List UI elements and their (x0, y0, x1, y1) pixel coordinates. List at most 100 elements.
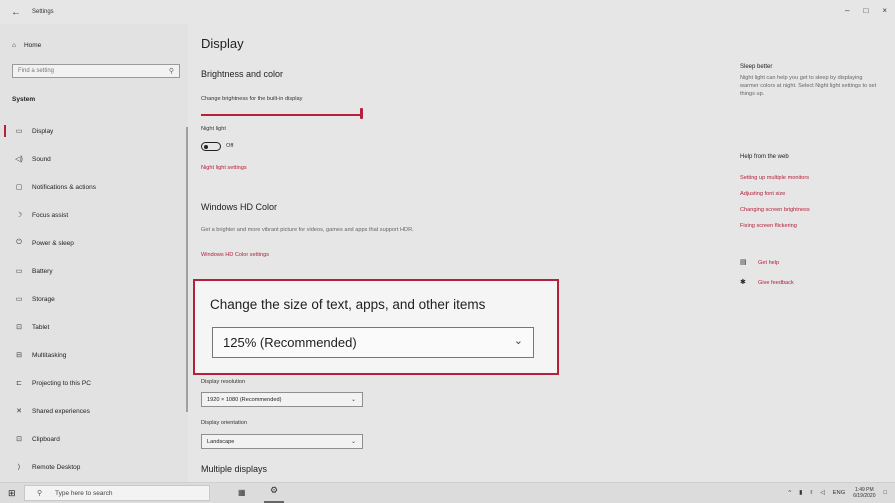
chevron-down-icon: ⌄ (350, 397, 356, 403)
sidebar-item-label: Multitasking (32, 351, 67, 359)
close-button[interactable]: × (882, 6, 887, 15)
home-icon: ⌂ (12, 42, 16, 49)
shared-experiences-icon: ✕ (16, 408, 22, 415)
battery-icon: ▭ (15, 268, 23, 275)
speaker-icon: ◁) (15, 156, 23, 163)
sidebar-item-storage[interactable]: ▭ Storage (0, 285, 188, 313)
chevron-down-icon: ⌄ (350, 439, 356, 445)
sidebar-item-display[interactable]: ▭ Display (0, 117, 188, 145)
resolution-label: Display resolution (201, 379, 246, 385)
network-icon[interactable]: ℓ (810, 490, 812, 496)
home-label: Home (23, 42, 42, 49)
sidebar-item-label: Projecting to this PC (32, 379, 91, 387)
multitasking-icon: ⊟ (16, 352, 22, 359)
brightness-slider-track[interactable] (201, 114, 361, 116)
hdr-settings-link[interactable]: Windows HD Color settings (201, 252, 269, 258)
task-view-icon[interactable]: ▦ (238, 488, 246, 497)
help-link-screen-brightness[interactable]: Changing screen brightness (740, 207, 810, 213)
taskbar-search-box[interactable]: ⚲ Type here to search (24, 485, 210, 501)
sidebar-item-power-sleep[interactable]: ⏻ Power & sleep (0, 229, 188, 257)
sidebar-item-sound[interactable]: ◁) Sound (0, 145, 188, 173)
orientation-dropdown[interactable]: Landscape ⌄ (201, 434, 363, 449)
resolution-value: 1920 × 1080 (Recommended) (207, 397, 282, 403)
feedback-icon: ✱ (740, 279, 746, 286)
sleep-better-description: Night light can help you get to sleep by… (740, 75, 877, 97)
storage-icon: ▭ (15, 296, 23, 303)
sidebar-item-notifications[interactable]: ▢ Notifications & actions (0, 173, 188, 201)
taskbar-clock[interactable]: 1:49 PM 6/19/2020 (853, 487, 875, 499)
taskbar: ⊞ ⚲ Type here to search ▦ ⚙ ^ ▮ ℓ ◁ ENG … (0, 482, 895, 503)
sidebar-item-label: Focus assist (32, 211, 69, 219)
sleep-better-heading: Sleep better (740, 64, 773, 70)
multiple-displays-heading: Multiple displays (201, 464, 268, 474)
sidebar-item-multitasking[interactable]: ⊟ Multitasking (0, 341, 188, 369)
taskbar-search-placeholder: Type here to search (55, 490, 113, 497)
brightness-label: Change brightness for the built-in displ… (201, 96, 303, 102)
minimize-button[interactable]: – (845, 6, 849, 15)
maximize-button[interactable]: □ (863, 6, 868, 15)
right-help-panel: Sleep better Night light can help you ge… (732, 24, 892, 482)
window-title: Settings (32, 9, 54, 15)
get-help-icon: ▤ (740, 259, 747, 266)
scale-heading: Change the size of text, apps, and other… (210, 297, 486, 312)
power-icon: ⏻ (16, 239, 22, 246)
window-controls: – □ × (845, 6, 887, 15)
give-feedback-link[interactable]: Give feedback (758, 280, 794, 286)
scale-highlight-box: Change the size of text, apps, and other… (193, 279, 559, 375)
battery-icon[interactable]: ▮ (799, 490, 802, 496)
chevron-down-icon: ⌄ (513, 335, 523, 347)
volume-icon[interactable]: ◁ (820, 490, 824, 496)
sidebar-item-projecting[interactable]: ⊏ Projecting to this PC (0, 369, 188, 397)
projector-icon: ⊏ (16, 380, 22, 387)
sidebar-section-system: System (12, 96, 36, 103)
help-link-font-size[interactable]: Adjusting font size (740, 191, 785, 197)
windows-start-icon[interactable]: ⊞ (8, 488, 16, 499)
get-help-link[interactable]: Get help (758, 260, 779, 266)
sidebar-item-label: Display (32, 127, 54, 135)
sidebar-item-home[interactable]: ⌂ Home (12, 42, 41, 49)
sidebar-item-shared-experiences[interactable]: ✕ Shared experiences (0, 397, 188, 425)
remote-desktop-icon: ⟩ (17, 464, 21, 471)
search-icon: ⚲ (37, 490, 43, 497)
sidebar-item-clipboard[interactable]: ⊡ Clipboard (0, 425, 188, 453)
scale-dropdown-value: 125% (Recommended) (223, 335, 357, 350)
back-arrow-icon[interactable]: ← (0, 7, 32, 18)
clock-date: 6/19/2020 (853, 493, 876, 499)
scale-dropdown[interactable]: 125% (Recommended) ⌄ (212, 327, 534, 358)
sidebar-item-label: Battery (32, 267, 53, 275)
settings-search-input[interactable]: Find a setting ⚲ (12, 64, 180, 78)
sidebar-item-focus-assist[interactable]: ☽ Focus assist (0, 201, 188, 229)
sidebar-item-label: Clipboard (32, 435, 60, 443)
sidebar-item-label: Notifications & actions (32, 183, 96, 191)
brightness-slider-thumb[interactable] (360, 108, 363, 119)
notifications-icon: ▢ (15, 184, 23, 191)
orientation-label: Display orientation (201, 420, 248, 426)
tablet-icon: ⊡ (16, 324, 22, 331)
display-icon: ▭ (15, 128, 23, 135)
sidebar-item-label: Tablet (32, 323, 50, 331)
sidebar-item-label: Storage (32, 295, 55, 303)
language-indicator[interactable]: ENG (833, 490, 846, 496)
sidebar-item-tablet[interactable]: ⊡ Tablet (0, 313, 188, 341)
action-center-icon[interactable]: □ (883, 490, 887, 496)
resolution-dropdown[interactable]: 1920 × 1080 (Recommended) ⌄ (201, 392, 363, 407)
sidebar: ⌂ Home Find a setting ⚲ System ▭ Display … (0, 24, 188, 482)
sidebar-item-label: Remote Desktop (32, 463, 81, 471)
title-bar: ← Settings – □ × (0, 0, 895, 24)
help-web-heading: Help from the web (740, 154, 789, 160)
help-link-screen-flickering[interactable]: Fixing screen flickering (740, 223, 797, 229)
orientation-value: Landscape (207, 439, 235, 445)
hdr-description: Get a brighter and more vibrant picture … (201, 227, 414, 233)
night-light-settings-link[interactable]: Night light settings (201, 165, 247, 171)
sidebar-item-label: Power & sleep (32, 239, 74, 247)
settings-gear-icon[interactable]: ⚙ (264, 485, 284, 503)
chevron-up-icon[interactable]: ^ (788, 490, 791, 496)
sidebar-item-battery[interactable]: ▭ Battery (0, 257, 188, 285)
night-light-toggle[interactable] (201, 142, 221, 151)
sidebar-nav-list: ▭ Display ◁) Sound ▢ Notifications & action… (0, 117, 188, 481)
help-link-multiple-monitors[interactable]: Setting up multiple monitors (740, 175, 809, 181)
night-light-label: Night light (201, 126, 226, 132)
brightness-heading: Brightness and color (201, 69, 284, 79)
search-placeholder: Find a setting (18, 68, 55, 74)
sidebar-item-remote-desktop[interactable]: ⟩ Remote Desktop (0, 453, 188, 481)
